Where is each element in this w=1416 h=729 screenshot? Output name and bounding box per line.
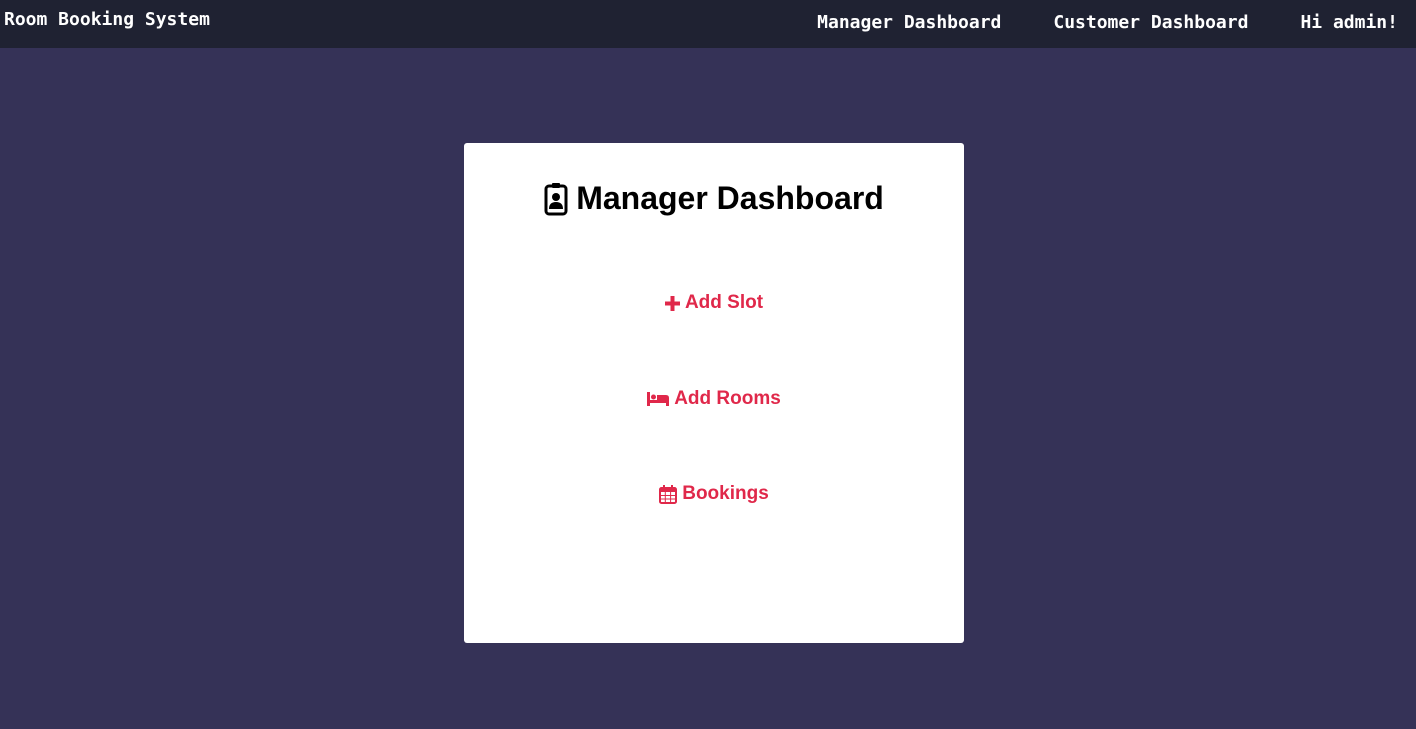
nav-links: Manager Dashboard Customer Dashboard Hi … bbox=[817, 12, 1398, 33]
bed-icon bbox=[647, 392, 670, 406]
id-badge-icon bbox=[544, 182, 568, 216]
nav-user-greeting[interactable]: Hi admin! bbox=[1300, 12, 1398, 33]
brand-link[interactable]: Room Booking System bbox=[4, 9, 210, 30]
calendar-icon bbox=[659, 484, 678, 504]
nav-customer-dashboard[interactable]: Customer Dashboard bbox=[1053, 12, 1248, 33]
nav-manager-dashboard[interactable]: Manager Dashboard bbox=[817, 12, 1001, 33]
plus-icon bbox=[664, 295, 680, 311]
add-slot-label: Add Slot bbox=[684, 292, 764, 313]
add-rooms-button[interactable]: Add Rooms bbox=[464, 388, 964, 410]
page-title: Manager Dashboard bbox=[464, 180, 964, 217]
dashboard-card: Manager Dashboard Add Slot Add Rooms Boo… bbox=[464, 143, 964, 643]
top-navbar: Room Booking System Manager Dashboard Cu… bbox=[0, 0, 1416, 48]
page-title-text: Manager Dashboard bbox=[576, 180, 884, 216]
add-rooms-label: Add Rooms bbox=[674, 388, 781, 409]
add-slot-button[interactable]: Add Slot bbox=[464, 292, 964, 314]
bookings-label: Bookings bbox=[682, 483, 769, 504]
bookings-button[interactable]: Bookings bbox=[464, 483, 964, 505]
